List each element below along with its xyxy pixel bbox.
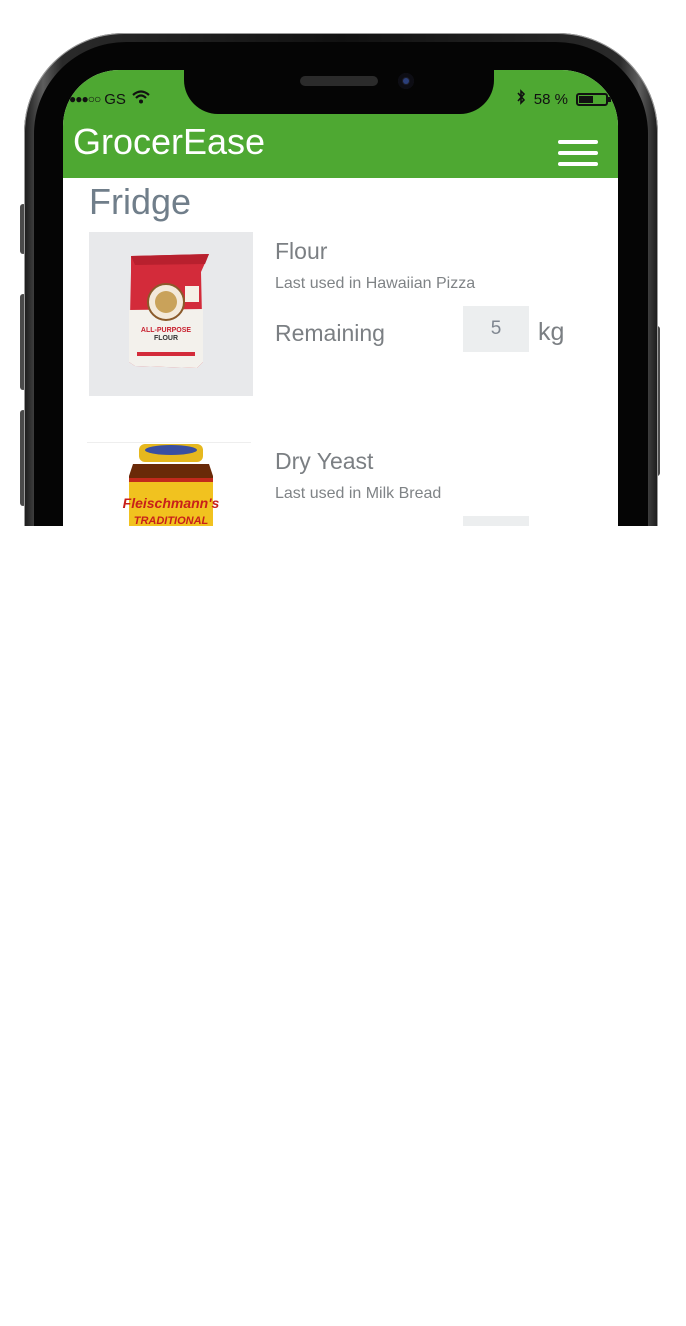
- battery-tip: [608, 96, 611, 102]
- app-title: GrocerEase: [73, 121, 266, 162]
- flour-bag-text-1: ALL-PURPOSE: [141, 327, 192, 334]
- wifi-icon: [132, 90, 150, 108]
- hamburger-menu-icon[interactable]: [556, 136, 600, 168]
- status-bar-left: ●●●○○ GS: [69, 88, 150, 110]
- quantity-input[interactable]: [463, 306, 529, 352]
- battery-percentage: 58 %: [533, 90, 568, 108]
- flour-bag-text-2: FLOUR: [154, 335, 178, 342]
- remaining-label: Remaining: [275, 320, 385, 346]
- list-item[interactable]: ALL-PURPOSE FLOUR Flour Last used in Haw…: [89, 232, 589, 402]
- section-title: Fridge: [89, 181, 192, 222]
- bluetooth-icon: [516, 89, 526, 109]
- item-last-used: Last used in Milk Bread: [275, 485, 442, 502]
- signal-dots-icon: ●●●○○: [69, 92, 101, 106]
- quantity-input[interactable]: [463, 516, 529, 526]
- menu-line: [558, 140, 598, 144]
- status-bar-right: 58 %: [516, 88, 611, 110]
- app-header: ●●●○○ GS 58 % GrocerEase: [63, 70, 618, 178]
- phone-notch: [184, 70, 494, 114]
- yeast-jar-text-1: Fleischmann's: [123, 495, 220, 511]
- battery-level: [579, 95, 593, 103]
- yeast-product-image: Fleischmann's TRADITIONAL: [87, 442, 251, 526]
- flour-product-image: ALL-PURPOSE FLOUR: [89, 232, 253, 396]
- unit-label: kg: [538, 318, 565, 346]
- carrier-label: GS: [104, 90, 126, 108]
- app-screen: ●●●○○ GS 58 % GrocerEase Fridge ALL-PURP…: [63, 70, 618, 526]
- speaker-grille: [300, 76, 378, 86]
- item-name: Dry Yeast: [275, 448, 374, 474]
- phone-frame: ●●●○○ GS 58 % GrocerEase Fridge ALL-PURP…: [0, 0, 686, 526]
- item-last-used: Last used in Hawaiian Pizza: [275, 275, 476, 292]
- menu-line: [558, 162, 598, 166]
- front-camera: [398, 73, 414, 89]
- list-item[interactable]: Fleischmann's TRADITIONAL Dry Yeast Last…: [87, 442, 589, 526]
- yeast-jar-text-2: TRADITIONAL: [134, 515, 209, 526]
- item-name: Flour: [275, 238, 328, 264]
- battery-icon: [576, 92, 611, 106]
- menu-line: [558, 151, 598, 155]
